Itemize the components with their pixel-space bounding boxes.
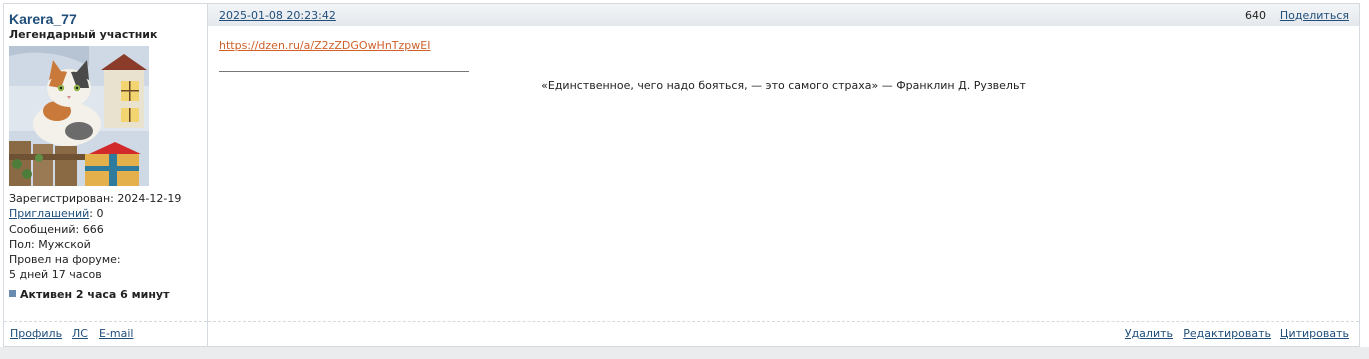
email-link[interactable]: E-mail [99, 327, 134, 340]
signature-divider [219, 71, 469, 72]
author-panel: Karera_77 Легендарный участник Зарегистр… [4, 4, 208, 346]
quote-link[interactable]: Цитировать [1280, 327, 1349, 340]
registered-row: Зарегистрирован: 2024-12-19 [9, 191, 181, 206]
forum-post: Karera_77 Легендарный участник Зарегистр… [3, 3, 1360, 347]
gender: Пол: Мужской [9, 237, 91, 251]
active-status: Активен 2 часа 6 минут [9, 288, 169, 301]
forum-time-value: 5 дней 17 часов [9, 268, 102, 282]
share-link[interactable]: Поделиться [1280, 9, 1349, 22]
post-header: 2025-01-08 20:23:42 640 Поделиться [208, 4, 1359, 26]
invites-value: : 0 [89, 207, 104, 221]
messages-count: Сообщений: 666 [9, 222, 104, 236]
post-body-link[interactable]: https://dzen.ru/a/Z2zZDGOwHnTzpwEI [219, 39, 430, 52]
post-date-link[interactable]: 2025-01-08 20:23:42 [219, 9, 336, 22]
author-stats: Зарегистрирован: 2024-12-19 Приглашений:… [9, 191, 181, 283]
page-bottom-band [0, 347, 1369, 359]
pm-link[interactable]: ЛС [72, 327, 88, 340]
author-info: Karera_77 Легендарный участник [9, 11, 204, 42]
profile-link[interactable]: Профиль [10, 327, 62, 340]
delete-link[interactable]: Удалить [1125, 327, 1173, 340]
square-status-icon [9, 290, 16, 297]
signature-text: «Единственное, чего надо бояться, — это … [541, 79, 1026, 92]
post-content-panel: 2025-01-08 20:23:42 640 Поделиться https… [208, 4, 1359, 346]
author-name-link[interactable]: Karera_77 [9, 11, 204, 27]
forum-time-label: Провел на форуме: [9, 253, 121, 267]
invites-row: Приглашений: 0 [9, 206, 181, 221]
avatar [9, 46, 149, 186]
post-number: 640 [1245, 9, 1266, 22]
invites-link[interactable]: Приглашений [9, 207, 89, 220]
author-rank: Легендарный участник [9, 28, 158, 41]
author-links: Профиль ЛС E-mail [4, 321, 207, 347]
registered-label: Зарегистрирован: [9, 192, 114, 205]
active-status-text: Активен 2 часа 6 минут [20, 288, 170, 301]
edit-link[interactable]: Редактировать [1183, 327, 1271, 340]
registered-value: 2024-12-19 [117, 192, 182, 205]
avatar-image [9, 46, 149, 186]
post-actions: Удалить Редактировать Цитировать [208, 321, 1359, 347]
